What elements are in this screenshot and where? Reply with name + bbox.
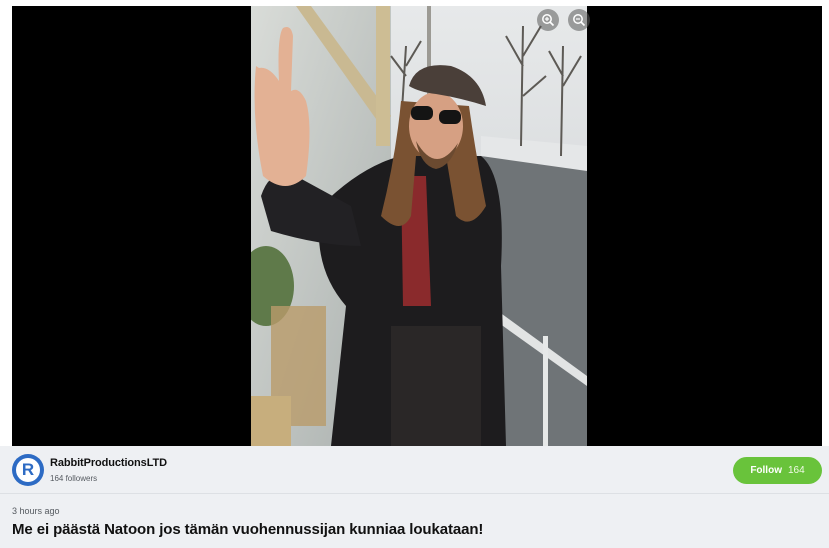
author-row: R RabbitProductionsLTD 164 followers Fol… bbox=[0, 446, 829, 494]
zoom-in-button[interactable] bbox=[537, 9, 559, 31]
avatar-letter: R bbox=[16, 458, 40, 482]
post-title: Me ei päästä Natoon jos tämän vuohennuss… bbox=[12, 521, 484, 538]
post-photo[interactable] bbox=[251, 6, 587, 446]
author-name[interactable]: RabbitProductionsLTD bbox=[50, 457, 167, 469]
author-avatar[interactable]: R bbox=[12, 454, 44, 486]
zoom-in-icon bbox=[542, 14, 555, 27]
follow-label: Follow bbox=[750, 465, 782, 476]
image-viewer bbox=[12, 6, 822, 446]
author-followers: 164 followers bbox=[50, 474, 98, 483]
post-info-panel: R RabbitProductionsLTD 164 followers Fol… bbox=[0, 446, 829, 548]
zoom-out-button[interactable] bbox=[568, 9, 590, 31]
zoom-out-icon bbox=[573, 14, 586, 27]
follow-button[interactable]: Follow 164 bbox=[733, 457, 822, 484]
post-timestamp: 3 hours ago bbox=[12, 506, 60, 516]
photo-illustration bbox=[251, 6, 587, 446]
follow-count: 164 bbox=[787, 465, 805, 476]
